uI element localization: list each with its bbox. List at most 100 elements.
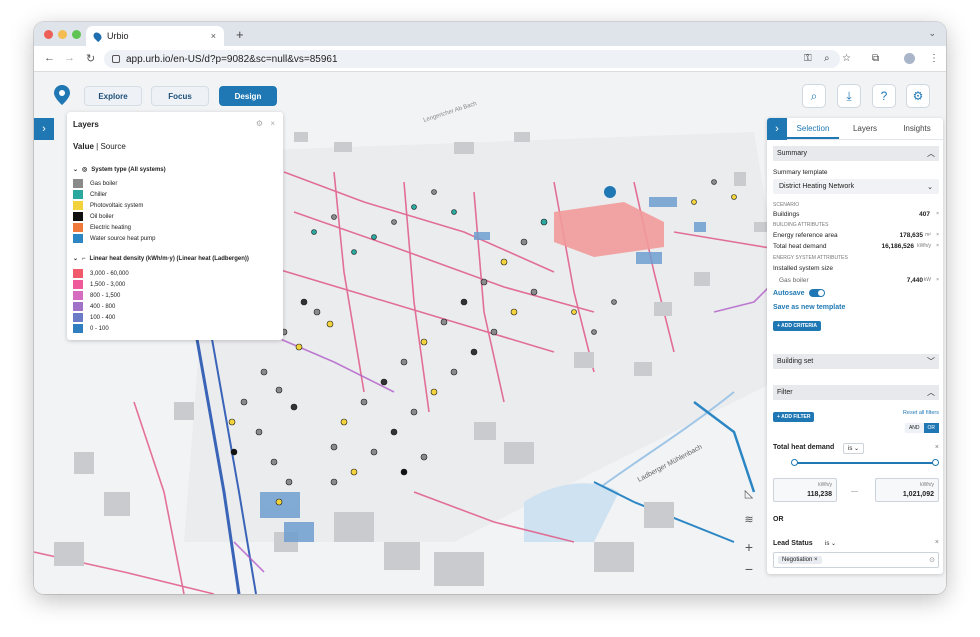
and-option[interactable]: AND xyxy=(904,423,924,433)
legend-swatch xyxy=(73,223,83,232)
density-legend-item: 1,500 - 3,000 xyxy=(73,280,125,289)
key-icon[interactable]: ⚿ xyxy=(804,53,812,64)
scenario-label: SCENARIO xyxy=(773,202,800,208)
dropdown-icon[interactable]: ⊙ xyxy=(929,556,935,564)
tab-list-chevron-icon[interactable]: ⌄ xyxy=(928,28,936,39)
chevron-up-icon[interactable]: ︿ xyxy=(927,148,935,159)
back-icon[interactable]: ← xyxy=(44,52,55,64)
settings-gear-icon[interactable]: ⚙ xyxy=(906,84,930,108)
chevron-down-icon[interactable]: ﹀ xyxy=(927,356,935,367)
remove-filter-icon[interactable]: × xyxy=(935,444,939,451)
tab-close-icon[interactable]: × xyxy=(211,31,216,41)
nav-design-button[interactable]: Design xyxy=(219,86,277,106)
chevron-down-icon: ⌄ xyxy=(927,183,933,191)
system-legend-item: Oil boiler xyxy=(73,212,114,221)
gas-boiler-value: 7,440 xyxy=(906,277,923,284)
density-legend-item: 400 - 800 xyxy=(73,302,115,311)
measure-icon[interactable]: ◺ xyxy=(740,484,758,502)
chevron-down-icon[interactable]: ⌄ xyxy=(73,255,78,262)
maximize-window-button[interactable] xyxy=(72,30,81,39)
legend-swatch xyxy=(73,234,83,243)
density-legend-item: 0 - 100 xyxy=(73,324,109,333)
url-field[interactable]: app.urb.io/en-US/d?p=9082&sc=null&vs=859… xyxy=(104,50,840,68)
remove-icon[interactable]: × xyxy=(936,211,939,217)
range-slider-max-handle[interactable] xyxy=(932,459,939,466)
urbio-logo-icon[interactable] xyxy=(54,85,72,107)
chevron-down-icon[interactable]: ⌄ xyxy=(73,166,78,173)
tab-insights[interactable]: Insights xyxy=(891,118,943,139)
add-criteria-button[interactable]: + ADD CRITERIA xyxy=(773,321,821,331)
nav-focus-button[interactable]: Focus xyxy=(151,86,209,106)
download-icon[interactable]: ⤓ xyxy=(837,84,861,108)
filter1-operator-select[interactable]: is ⌄ xyxy=(843,443,865,454)
left-panel-toggle-chevron-icon[interactable]: › xyxy=(34,118,54,140)
heat-density-group[interactable]: ⌄ ⌐ Linear heat density (kWh/m·y) (Linea… xyxy=(73,255,249,263)
legend-label: 800 - 1,500 xyxy=(90,292,121,299)
legend-swatch xyxy=(73,280,83,289)
building-attributes-label: BUILDING ATTRIBUTES xyxy=(773,222,829,228)
gas-boiler-label: Gas boiler xyxy=(779,277,809,284)
energy-ref-label: Energy reference area xyxy=(773,232,838,239)
right-panel-toggle-chevron-icon[interactable]: › xyxy=(767,118,787,140)
autosave-toggle[interactable] xyxy=(809,289,826,297)
system-legend-item: Gas boiler xyxy=(73,179,117,188)
forward-icon[interactable]: → xyxy=(64,52,75,64)
remove-icon[interactable]: × xyxy=(936,232,939,238)
tab-selection[interactable]: Selection xyxy=(787,118,839,139)
summary-title: Summary xyxy=(777,150,807,157)
extensions-icon[interactable]: ⧉ xyxy=(872,53,879,64)
value-option[interactable]: Value xyxy=(73,142,94,151)
remove-icon[interactable]: × xyxy=(936,277,939,283)
range-max-input[interactable]: kWh/y 1,021,092 xyxy=(875,478,939,502)
summary-header[interactable]: Summary ︿ xyxy=(773,146,939,161)
range-slider-min-handle[interactable] xyxy=(791,459,798,466)
density-legend-item: 800 - 1,500 xyxy=(73,291,120,300)
reload-icon[interactable]: ↻ xyxy=(86,52,95,65)
layers-settings-icon[interactable]: ⚙ xyxy=(256,119,263,128)
legend-label: Gas boiler xyxy=(90,180,118,187)
remove-filter-icon[interactable]: × xyxy=(935,539,939,546)
range-min-input[interactable]: kWh/y 118,238 xyxy=(773,478,837,502)
line-icon: ⌐ xyxy=(82,255,86,262)
search-icon[interactable]: ⌕ xyxy=(802,84,826,108)
range-slider[interactable] xyxy=(795,462,935,464)
or-option[interactable]: OR xyxy=(923,423,939,433)
tab-layers[interactable]: Layers xyxy=(839,118,891,139)
building-set-header[interactable]: Building set ﹀ xyxy=(773,354,939,369)
add-filter-button[interactable]: + ADD FILTER xyxy=(773,412,815,422)
legend-label: Chiller xyxy=(90,191,108,198)
summary-template-select[interactable]: District Heating Network ⌄ xyxy=(773,179,939,194)
legend-swatch xyxy=(73,269,83,278)
filter-header[interactable]: Filter ︿ xyxy=(773,385,939,400)
browser-tab[interactable]: Urbio × xyxy=(86,26,224,46)
nav-explore-button[interactable]: Explore xyxy=(84,86,142,106)
bookmark-star-icon[interactable]: ☆ xyxy=(842,53,851,64)
building-set-title: Building set xyxy=(777,358,814,365)
gas-boiler-row: Gas boiler 7,440 kW × xyxy=(773,277,939,284)
negotiation-chip[interactable]: Negotiation × xyxy=(778,556,822,564)
autosave-row: Autosave xyxy=(773,289,826,297)
help-icon[interactable]: ? xyxy=(872,84,896,108)
new-tab-button[interactable]: + xyxy=(236,27,244,42)
zoom-out-icon[interactable]: − xyxy=(740,560,758,578)
zoom-in-icon[interactable]: + xyxy=(740,538,758,556)
minimize-window-button[interactable] xyxy=(58,30,67,39)
reset-filters-link[interactable]: Reset all filters xyxy=(903,410,939,416)
filter2-operator-select[interactable]: is ⌄ xyxy=(821,539,840,548)
site-settings-icon[interactable] xyxy=(112,55,120,63)
close-window-button[interactable] xyxy=(44,30,53,39)
source-option[interactable]: Source xyxy=(100,142,125,151)
tab-bar: Urbio × + ⌄ xyxy=(34,22,946,46)
remove-icon[interactable]: × xyxy=(936,243,939,249)
filter1-operator: is xyxy=(848,446,853,452)
urbio-app: Ladberger Mühlenbach Lengericher Ab Bach… xyxy=(34,72,946,594)
save-template-link[interactable]: Save as new template xyxy=(773,304,845,311)
lead-status-multiselect[interactable]: Negotiation × ⊙ xyxy=(773,552,939,568)
layers-close-icon[interactable]: × xyxy=(270,119,275,128)
layers-stack-icon[interactable]: ≋ xyxy=(740,510,758,528)
browser-menu-icon[interactable]: ⋮ xyxy=(929,53,939,64)
system-type-group[interactable]: ⌄ ◎ System type (All systems) xyxy=(73,166,166,174)
chevron-up-icon[interactable]: ︿ xyxy=(927,387,935,398)
profile-avatar[interactable] xyxy=(904,53,915,64)
zoom-icon[interactable]: ⌕ xyxy=(824,53,830,64)
